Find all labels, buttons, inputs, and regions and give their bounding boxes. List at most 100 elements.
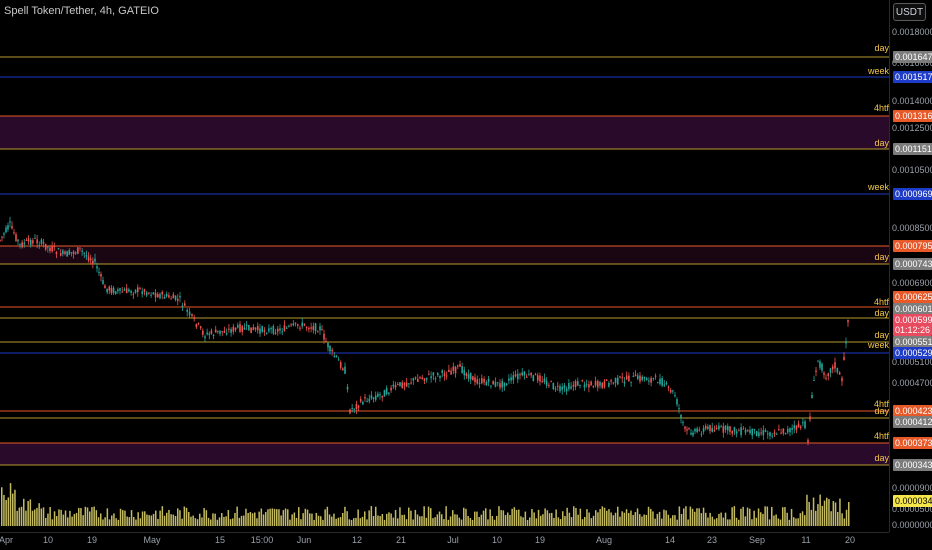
candle-body (92, 260, 94, 265)
candle-body (357, 405, 360, 408)
candle-body (38, 245, 41, 247)
volume-bar (128, 517, 131, 526)
candle-body (49, 247, 51, 251)
candle-body (119, 288, 121, 291)
volume-bar (716, 518, 718, 526)
volume-bar (487, 519, 489, 526)
candle-body (32, 240, 34, 244)
volume-bar (135, 519, 137, 526)
candle-body (841, 377, 843, 382)
candle-body (791, 428, 793, 430)
volume-bar (337, 517, 340, 526)
candle-body (692, 432, 694, 436)
volume-bar (75, 512, 78, 526)
volume-bar (108, 519, 111, 526)
volume-bar (559, 519, 562, 526)
candle-body (467, 374, 470, 379)
volume-bar (67, 517, 69, 526)
candle-body (729, 426, 731, 432)
candle-body (312, 326, 315, 330)
volume-bar (14, 489, 16, 526)
candle-body (749, 429, 751, 434)
volume-bar (97, 517, 100, 526)
volume-bar (73, 514, 76, 526)
candle-body (605, 379, 608, 381)
volume-bar (542, 514, 544, 526)
candle-body (733, 427, 736, 432)
volume-bar (276, 509, 278, 526)
volume-bar (841, 513, 843, 526)
volume-bar (80, 508, 82, 526)
candle-body (263, 330, 266, 333)
volume-bar (9, 483, 12, 526)
volume-bar (218, 517, 221, 526)
candle-body (572, 384, 575, 387)
candle-body (108, 286, 111, 291)
volume-bar (751, 519, 753, 526)
volume-bar (438, 511, 441, 526)
volume-bar (735, 517, 738, 526)
volume-bar (826, 497, 828, 526)
volume-bar (23, 498, 25, 526)
candle-body (476, 379, 479, 384)
volume-bar (201, 517, 203, 526)
candle-body (5, 227, 7, 233)
candle-body (85, 255, 88, 257)
volume-bar (724, 512, 727, 526)
level-label: week (867, 182, 889, 192)
candle-body (672, 390, 674, 392)
candle-body (256, 326, 259, 331)
candle-body (199, 326, 202, 328)
candle-body (831, 366, 834, 370)
candle-body (771, 435, 774, 437)
volume-bar (443, 519, 445, 526)
volume-bar (423, 506, 425, 526)
volume-bar (111, 515, 113, 526)
candle-body (143, 289, 146, 292)
volume-bar (599, 509, 601, 526)
candle-body (176, 298, 179, 301)
volume-bar (25, 510, 27, 526)
volume-bar (656, 513, 659, 526)
price-tick: 0.0014000 (892, 96, 932, 106)
volume-bar (524, 511, 527, 526)
volume-bar (254, 512, 256, 526)
volume-bar (291, 514, 293, 526)
volume-bar (465, 508, 467, 526)
volume-bar (163, 515, 166, 526)
price-tick: 0.0010500 (892, 165, 932, 175)
candle-body (552, 383, 555, 390)
candle-body (392, 384, 395, 387)
price-tag: 0.0003437 (893, 459, 932, 471)
volume-bar (377, 515, 379, 526)
volume-bar (229, 519, 232, 526)
volume-bar (31, 510, 34, 526)
currency-button[interactable]: USDT (893, 3, 926, 21)
candle-body (410, 382, 412, 384)
volume-bar (227, 510, 230, 526)
volume-bar (425, 517, 428, 526)
volume-bar (399, 507, 401, 526)
volume-bar (408, 507, 410, 526)
volume-bar (416, 514, 419, 526)
volume-bar (234, 512, 236, 526)
candle-body (793, 425, 796, 429)
volume-bar (317, 515, 320, 526)
volume-bar (634, 512, 637, 526)
volume-bar (742, 506, 744, 526)
candle-body (40, 239, 43, 244)
candle-body (634, 374, 637, 377)
volume-bar (7, 497, 10, 526)
volume-bar (548, 513, 551, 526)
candle-body (19, 243, 21, 245)
volume-bar (368, 510, 370, 526)
candle-body (656, 382, 659, 384)
candle-body (100, 274, 102, 277)
volume-bar (232, 518, 234, 526)
candle-body (740, 427, 742, 436)
level-label: week (867, 66, 889, 76)
price-chart-canvas[interactable] (0, 0, 889, 532)
candle-body (450, 370, 452, 375)
candle-body (742, 428, 745, 430)
volume-bar (245, 508, 247, 526)
